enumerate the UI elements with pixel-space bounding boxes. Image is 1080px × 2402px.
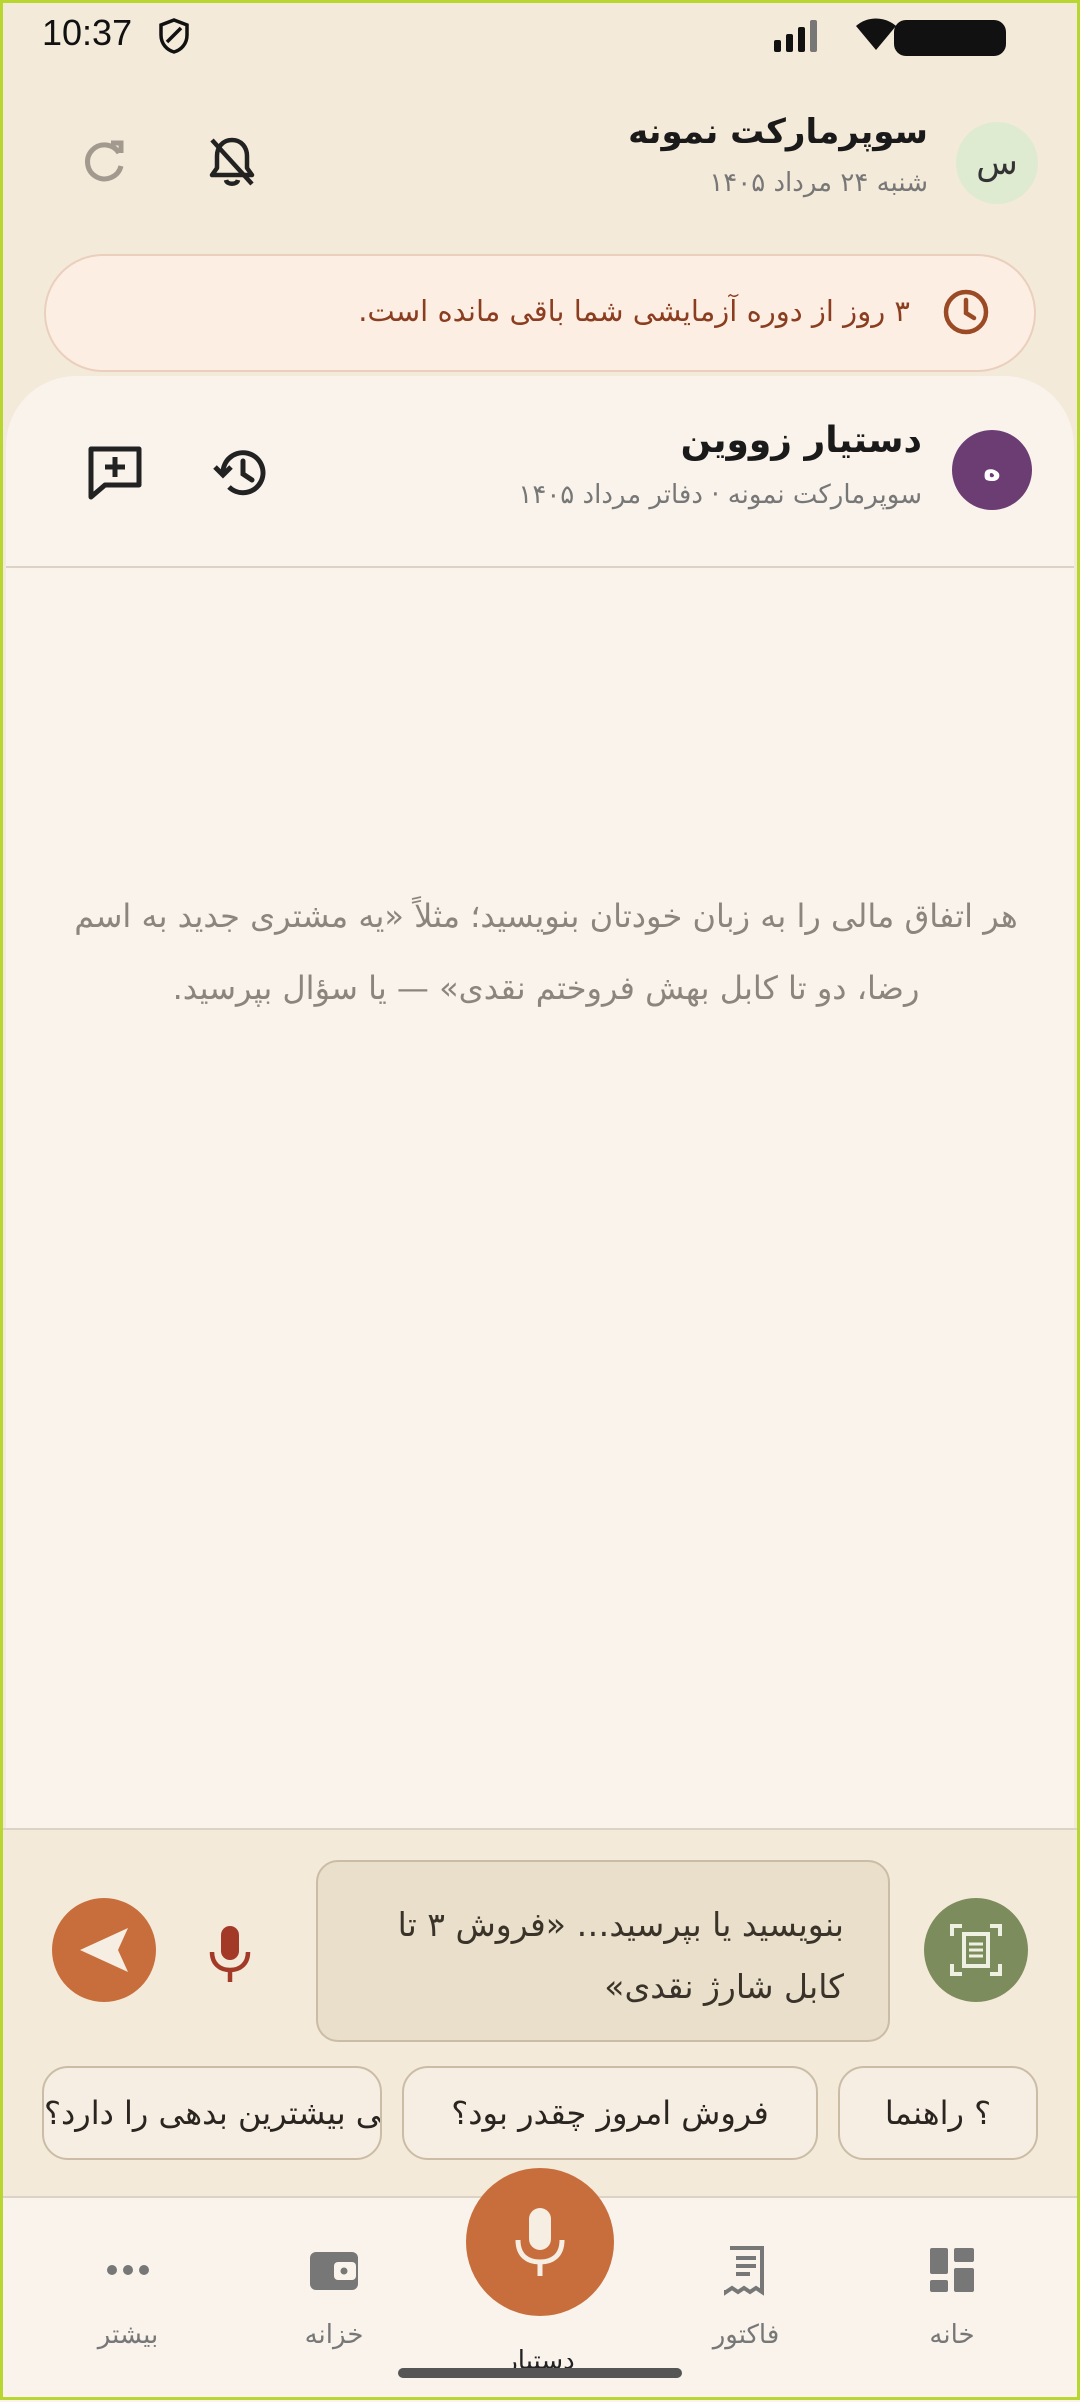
assistant-avatar-letter: ە (983, 452, 1001, 488)
chip-help[interactable]: ؟ راهنما (838, 2066, 1038, 2160)
send-button[interactable] (52, 1898, 156, 2002)
signal-icon (774, 20, 818, 56)
assistant-subtitle: سوپرمارکت نمونه · دفاتر مرداد ۱۴۰۵ (518, 480, 922, 510)
refresh-icon (85, 140, 124, 182)
send-icon (80, 1928, 128, 1972)
app-header: س سوپرمارکت نمونه شنبه ۲۴ مرداد ۱۴۰۵ (0, 100, 1080, 220)
assistant-avatar: ە (952, 430, 1032, 510)
composer-area: بنویسید یا بپرسید… «فروش ۳ تا کابل شارژ … (0, 1828, 1080, 2198)
nav-home-label: خانه (929, 2320, 975, 2350)
chip-today-sales[interactable]: فروش امروز چقدر بود؟ (402, 2066, 818, 2160)
battery-icon (894, 20, 1006, 56)
chip-top-debtor[interactable]: چه کسی بیشترین بدهی را دارد؟ (42, 2066, 382, 2160)
clock-icon (940, 286, 992, 342)
assistant-header: ە دستیار زووین سوپرمارکت نمونه · دفاتر م… (6, 376, 1074, 568)
suggestion-chips: ؟ راهنما فروش امروز چقدر بود؟ چه کسی بیش… (0, 2066, 1080, 2162)
header-date: شنبه ۲۴ مرداد ۱۴۰۵ (709, 168, 928, 198)
status-bar: 10:37 (0, 0, 1080, 72)
refresh-button[interactable] (72, 130, 136, 194)
nav-invoice[interactable]: فاکتور (676, 2246, 816, 2366)
store-avatar-letter: س (976, 143, 1018, 183)
trial-banner[interactable]: ۳ روز از دوره آزمایشی شما باقی مانده است… (44, 254, 1036, 372)
home-indicator[interactable] (398, 2368, 682, 2378)
chip-top-debtor-label: چه کسی بیشترین بدهی را دارد؟ (44, 2094, 382, 2132)
nav-more-label: بیشتر (97, 2320, 159, 2350)
chip-today-sales-label: فروش امروز چقدر بود؟ (451, 2094, 769, 2132)
dashboard-icon (928, 2246, 976, 2298)
new-chat-button[interactable] (80, 438, 150, 508)
scan-document-button[interactable] (924, 1898, 1028, 2002)
nav-invoice-label: فاکتور (712, 2320, 780, 2350)
store-avatar[interactable]: س (956, 122, 1038, 204)
microphone-icon (209, 1926, 251, 1982)
nav-treasury-label: خزانه (304, 2320, 364, 2350)
message-input-placeholder: بنویسید یا بپرسید… «فروش ۳ تا کابل شارژ … (397, 1905, 844, 2006)
nav-treasury[interactable]: خزانه (264, 2246, 404, 2366)
voice-input-button[interactable] (198, 1918, 262, 1990)
assistant-name: دستیار زووین (680, 420, 922, 461)
empty-state-hint: هر اتفاق مالی را به زبان خودتان بنویسید؛… (74, 897, 1018, 1007)
nav-home[interactable]: خانه (882, 2246, 1022, 2366)
receipt-icon (722, 2246, 770, 2302)
history-button[interactable] (206, 438, 276, 508)
notifications-off-button[interactable] (200, 130, 264, 194)
nav-assistant-button[interactable] (466, 2168, 614, 2316)
shield-icon (158, 18, 190, 58)
chip-help-label: ؟ راهنما (884, 2094, 992, 2132)
wifi-icon (854, 16, 898, 56)
message-input[interactable]: بنویسید یا بپرسید… «فروش ۳ تا کابل شارژ … (316, 1860, 890, 2042)
wallet-icon (308, 2246, 360, 2298)
microphone-icon (515, 2208, 565, 2276)
status-time: 10:37 (42, 12, 133, 53)
trial-banner-text: ۳ روز از دوره آزمایشی شما باقی مانده است… (358, 294, 910, 328)
more-horizontal-icon (104, 2246, 152, 2298)
history-icon (213, 450, 266, 496)
document-scanner-icon (950, 1924, 1002, 1976)
bell-off-icon (209, 137, 255, 186)
add-comment-icon (88, 446, 142, 500)
nav-more[interactable]: بیشتر (58, 2246, 198, 2366)
store-name[interactable]: سوپرمارکت نمونه (628, 112, 928, 152)
